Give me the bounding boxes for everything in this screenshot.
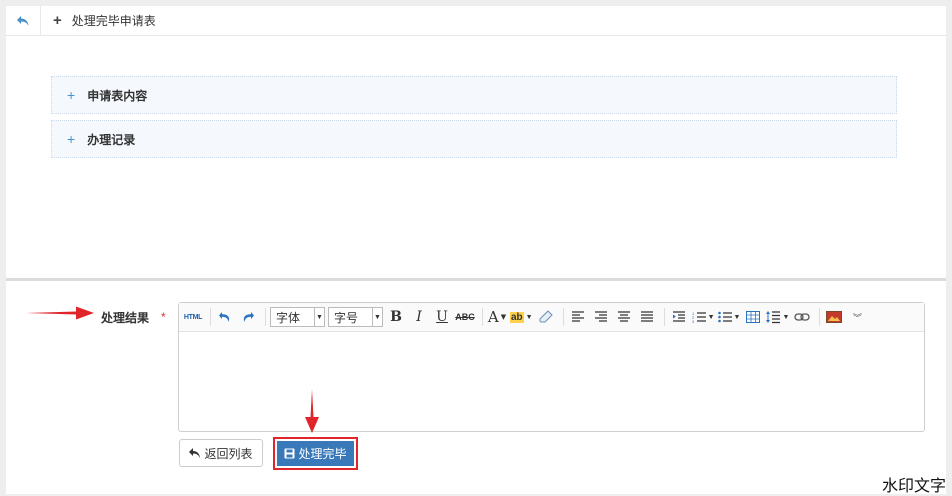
panel-application-content[interactable]: + 申请表内容	[51, 76, 897, 114]
image-icon[interactable]	[824, 307, 844, 327]
editor-toolbar: HTML 字体 ▼ 字号 ▼ B I U ABC A ▼ ab ▼ 1 2 3 …	[179, 303, 924, 332]
back-button[interactable]	[6, 6, 41, 35]
reply-arrow-icon	[189, 448, 201, 458]
svg-text:3: 3	[692, 319, 695, 323]
panel-label: 办理记录	[87, 132, 136, 147]
rich-text-editor[interactable]: HTML 字体 ▼ 字号 ▼ B I U ABC A ▼ ab ▼ 1 2 3 …	[178, 302, 925, 432]
chevron-down-icon: ▼	[733, 313, 741, 321]
italic-button[interactable]: I	[409, 307, 429, 327]
red-arrow-annotation	[26, 306, 94, 320]
result-form: 处理结果 * HTML 字体 ▼ 字号 ▼ B I U ABC A ▼ ab ▼…	[6, 281, 946, 494]
back-to-list-button[interactable]: 返回列表	[179, 439, 263, 467]
panel-label: 申请表内容	[87, 88, 148, 103]
font-size-select[interactable]: 字号 ▼	[328, 307, 383, 327]
required-mark: *	[161, 310, 166, 324]
table-icon[interactable]	[743, 307, 763, 327]
result-label: 处理结果	[101, 311, 150, 325]
redo-icon[interactable]	[238, 307, 258, 327]
highlight-label: ab	[510, 311, 524, 323]
indent-icon[interactable]	[669, 307, 689, 327]
tab-current[interactable]: + 处理完毕申请表	[53, 6, 156, 35]
font-color-button[interactable]: A ▼	[487, 307, 507, 327]
font-size-value: 字号	[334, 310, 359, 325]
highlight-box-annotation: 处理完毕	[273, 437, 358, 470]
align-justify-icon[interactable]	[637, 307, 657, 327]
red-arrow-annotation	[305, 389, 319, 433]
undo-arrow-icon	[17, 15, 29, 26]
chevron-down-icon: ▼	[500, 313, 507, 321]
align-center-icon[interactable]	[614, 307, 634, 327]
watermark-text: 水印文字	[882, 478, 947, 495]
font-family-value: 字体	[276, 310, 301, 325]
expand-toolbar-icon[interactable]: ︾	[847, 307, 867, 327]
editor-body[interactable]	[179, 333, 924, 429]
panel-handling-record[interactable]: + 办理记录	[51, 120, 897, 158]
align-left-icon[interactable]	[568, 307, 588, 327]
content-area: + 申请表内容 + 办理记录	[6, 36, 946, 278]
ordered-list-icon[interactable]: 1 2 3 ▼	[692, 307, 715, 327]
chevron-down-icon: ▼	[782, 313, 790, 321]
strikethrough-button[interactable]: ABC	[455, 307, 475, 327]
font-family-select[interactable]: 字体 ▼	[270, 307, 325, 327]
link-icon[interactable]	[792, 307, 812, 327]
chevron-down-icon: ▼	[525, 313, 533, 321]
unordered-list-icon[interactable]: ▼	[717, 307, 741, 327]
top-tab-bar: + 处理完毕申请表	[6, 6, 946, 36]
bold-button[interactable]: B	[386, 307, 406, 327]
finish-processing-button[interactable]: 处理完毕	[277, 441, 354, 466]
toolbar-separator	[210, 308, 211, 326]
undo-icon[interactable]	[215, 307, 235, 327]
save-icon	[284, 448, 295, 459]
chevron-down-icon: ▼	[707, 313, 715, 321]
chevron-down-icon: ▼	[372, 308, 382, 326]
toolbar-separator	[663, 308, 665, 326]
line-height-icon[interactable]: ▼	[766, 307, 789, 327]
highlight-color-button[interactable]: ab ▼	[510, 307, 533, 327]
eraser-icon[interactable]	[536, 307, 556, 327]
expand-plus-icon: +	[67, 131, 76, 147]
plus-icon: +	[53, 12, 62, 29]
expand-plus-icon: +	[67, 87, 76, 103]
back-button-label: 返回列表	[204, 446, 253, 461]
toolbar-separator	[562, 308, 564, 326]
font-color-label: A	[487, 308, 499, 326]
toolbar-separator	[265, 308, 266, 326]
align-right-icon[interactable]	[591, 307, 611, 327]
underline-button[interactable]: U	[432, 307, 452, 327]
toolbar-separator	[482, 308, 483, 326]
html-source-button[interactable]: HTML	[183, 307, 203, 327]
toolbar-separator	[819, 308, 821, 326]
tab-title: 处理完毕申请表	[71, 14, 156, 28]
chevron-down-icon: ▼	[314, 308, 324, 326]
finish-button-label: 处理完毕	[298, 447, 347, 461]
